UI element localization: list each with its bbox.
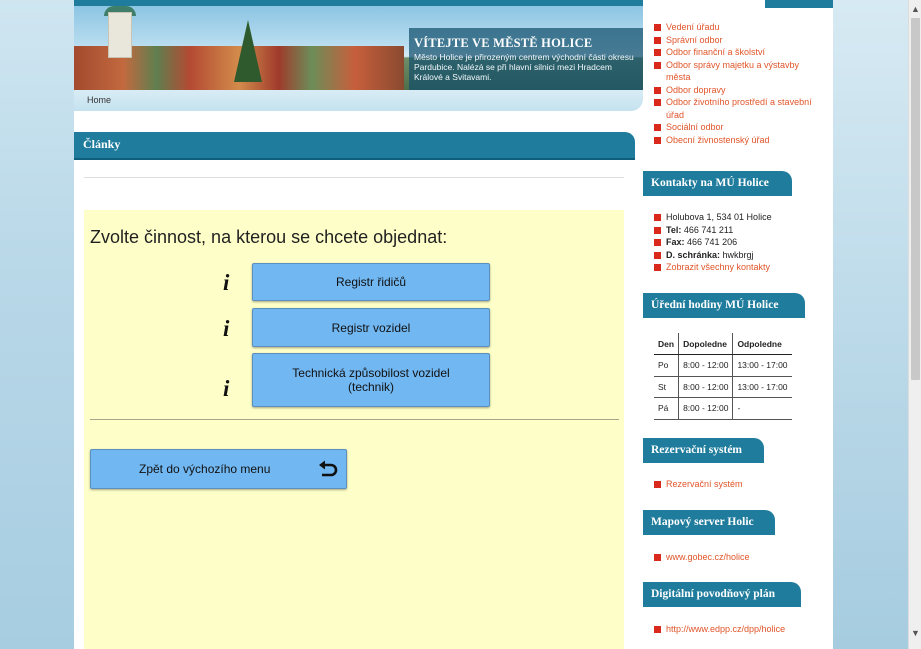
registr-ridicu-button[interactable]: Registr řidičů [252, 263, 490, 301]
flood-plan-link[interactable]: http://www.edpp.cz/dpp/holice [654, 623, 824, 636]
back-to-menu-button[interactable]: Zpět do výchozího menu [90, 449, 347, 489]
table-cell: St [654, 376, 679, 398]
sidebar-link-spravni-odbor[interactable]: Správní odbor [654, 34, 824, 47]
contact-address: Holubova 1, 534 01 Holice [654, 211, 824, 224]
contacts-heading: Kontakty na MÚ Holice [643, 171, 792, 196]
info-icon[interactable]: i [223, 376, 237, 402]
sidebar-link-odbor-financni[interactable]: Odbor finanční a školství [654, 46, 824, 59]
vertical-scrollbar[interactable]: ▲ ▼ [908, 0, 921, 649]
table-cell: 13:00 - 17:00 [732, 376, 792, 398]
sidebar-link-odbor-spravy-majetku[interactable]: Odbor správy majetku a výstavby města [654, 59, 824, 84]
banner-tower [108, 12, 132, 58]
registr-vozidel-button[interactable]: Registr vozidel [252, 308, 490, 347]
return-arrow-icon [319, 460, 338, 477]
booking-divider [90, 419, 619, 420]
booking-heading: Zvolte činnost, na kterou se chcete obje… [90, 227, 448, 247]
table-cell: Po [654, 354, 679, 377]
map-server-heading: Mapový server Holic [643, 510, 775, 535]
sidebar-link-odbor-zivotniho-prostredi[interactable]: Odbor životního prostředí a stavební úřa… [654, 96, 824, 121]
table-header: Odpoledne [732, 333, 792, 355]
contact-phone: Tel: 466 741 211 [654, 224, 824, 237]
flood-plan-heading: Digitální povodňový plán [643, 582, 801, 607]
technicka-zpusobilost-button[interactable]: Technická způsobilost vozidel (technik) [252, 353, 490, 407]
sidebar-link-odbor-dopravy[interactable]: Odbor dopravy [654, 84, 824, 97]
contact-fax: Fax: 466 741 206 [654, 236, 824, 249]
table-header-row: Den Dopoledne Odpoledne [654, 333, 792, 355]
table-cell: Pá [654, 397, 679, 420]
sidebar-accent-bar [765, 0, 833, 8]
scrollbar-thumb[interactable] [911, 18, 920, 380]
table-cell: 8:00 - 12:00 [678, 397, 733, 420]
contact-data-box: D. schránka: hwkbrgj [654, 249, 824, 262]
info-icon[interactable]: i [223, 316, 237, 342]
table-header: Den [654, 333, 679, 355]
department-list: Vedení úřadu Správní odbor Odbor finančn… [654, 21, 824, 146]
banner-tree [234, 20, 262, 82]
sidebar-link-socialni-odbor[interactable]: Sociální odbor [654, 121, 824, 134]
page-background-left [0, 0, 74, 649]
office-hours-table: Den Dopoledne Odpoledne Po 8:00 - 12:00 … [654, 333, 792, 420]
welcome-title: VÍTEJTE VE MĚSTĚ HOLICE [414, 36, 593, 50]
sidebar-link-vedeni-uradu[interactable]: Vedení úřadu [654, 21, 824, 34]
page-background-right [833, 0, 908, 649]
table-cell: 8:00 - 12:00 [678, 376, 733, 398]
flood-plan-list: http://www.edpp.cz/dpp/holice [654, 623, 824, 636]
reservation-list: Rezervační systém [654, 478, 824, 491]
table-row: Pá 8:00 - 12:00 - [654, 397, 792, 420]
breadcrumb-home-link[interactable]: Home [87, 95, 111, 105]
table-header: Dopoledne [678, 333, 733, 355]
map-server-list: www.gobec.cz/holice [654, 551, 824, 564]
reservation-system-link[interactable]: Rezervační systém [654, 478, 824, 491]
info-icon[interactable]: i [223, 270, 237, 296]
scroll-up-arrow-icon[interactable]: ▲ [909, 2, 921, 16]
reservation-heading: Rezervační systém [643, 438, 764, 463]
contacts-list: Holubova 1, 534 01 Holice Tel: 466 741 2… [654, 211, 824, 274]
table-cell: 13:00 - 17:00 [732, 354, 792, 377]
article-header-strip [74, 158, 635, 160]
table-row: St 8:00 - 12:00 13:00 - 17:00 [654, 376, 792, 398]
divider [84, 177, 624, 178]
booking-panel: Zvolte činnost, na kterou se chcete obje… [84, 210, 624, 649]
scroll-down-arrow-icon[interactable]: ▼ [909, 626, 921, 640]
header-banner: VÍTEJTE VE MĚSTĚ HOLICE Město Holice je … [74, 6, 643, 90]
map-server-link[interactable]: www.gobec.cz/holice [654, 551, 824, 564]
all-contacts-link[interactable]: Zobrazit všechny kontakty [654, 261, 824, 274]
sidebar-link-zivnostensky-urad[interactable]: Obecní živnostenský úřad [654, 134, 824, 147]
back-button-label: Zpět do výchozího menu [139, 462, 271, 476]
article-header [74, 132, 635, 158]
table-row: Po 8:00 - 12:00 13:00 - 17:00 [654, 354, 792, 377]
article-title: Články [83, 137, 121, 151]
office-hours-heading: Úřední hodiny MÚ Holice [643, 293, 805, 318]
table-cell: - [732, 397, 792, 420]
table-cell: 8:00 - 12:00 [678, 354, 733, 377]
welcome-intro: Město Holice je přirozeným centrem výcho… [414, 52, 634, 82]
breadcrumb-bar [74, 90, 643, 111]
